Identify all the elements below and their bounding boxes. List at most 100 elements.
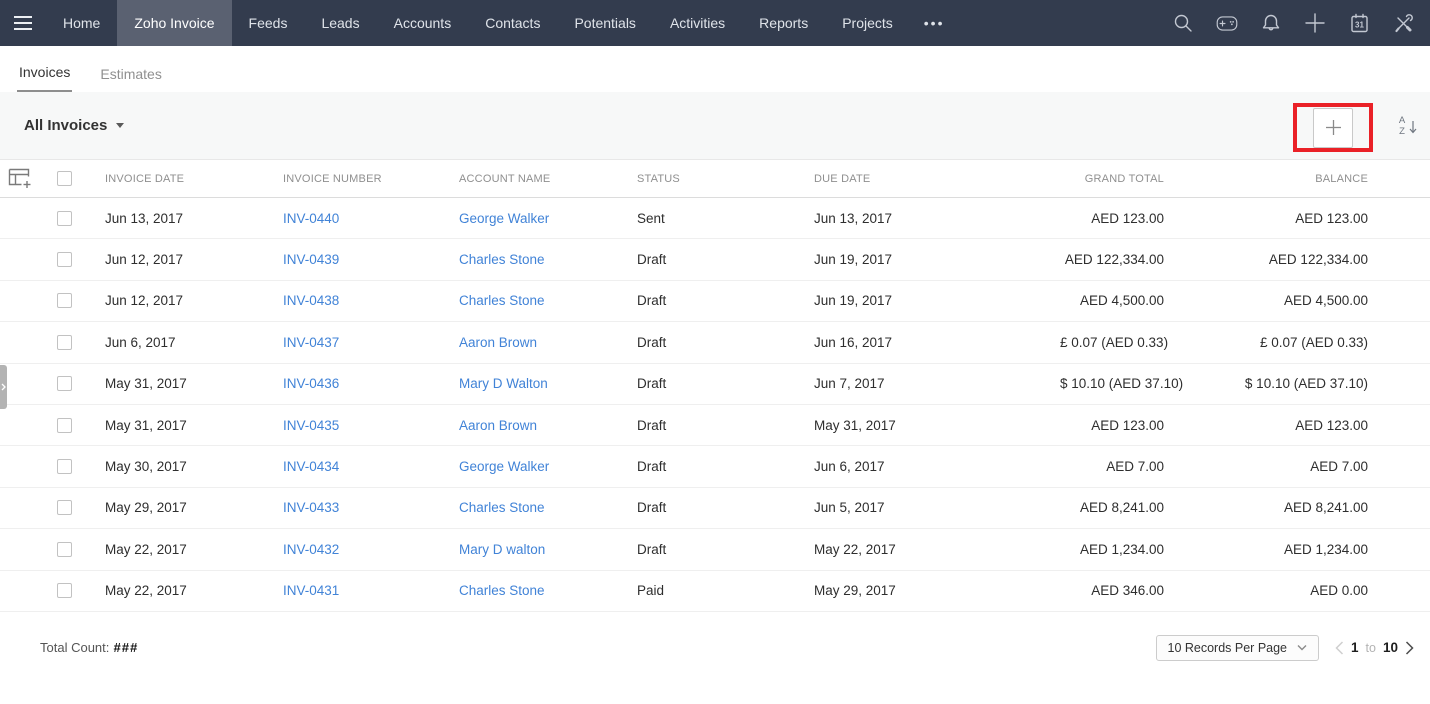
due-date-cell: Jun 19, 2017 <box>799 293 1045 308</box>
due-date-cell: Jun 7, 2017 <box>799 376 1045 391</box>
nav-item-feeds[interactable]: Feeds <box>232 0 305 46</box>
row-checkbox[interactable] <box>57 211 72 226</box>
balance-cell: AED 4,500.00 <box>1172 293 1430 308</box>
select-all-checkbox[interactable] <box>57 171 72 186</box>
balance-cell: AED 123.00 <box>1172 211 1430 226</box>
next-page-chevron-icon[interactable] <box>1405 641 1414 655</box>
records-per-page-select[interactable]: 10 Records Per Page <box>1156 635 1320 661</box>
invoice-number-link[interactable]: INV-0438 <box>283 293 339 308</box>
tab-estimates[interactable]: Estimates <box>98 52 163 92</box>
nav-item-contacts[interactable]: Contacts <box>468 0 557 46</box>
account-name-link[interactable]: George Walker <box>459 459 549 474</box>
grand-total-cell: $ 10.10 (AED 37.10) <box>1045 376 1172 391</box>
customize-columns-icon[interactable] <box>8 168 48 189</box>
table-row: Jun 13, 2017 INV-0440 George Walker Sent… <box>0 198 1430 239</box>
account-name-link[interactable]: Charles Stone <box>459 583 545 598</box>
row-checkbox[interactable] <box>57 542 72 557</box>
gamepad-icon[interactable] <box>1216 12 1238 34</box>
status-cell: Draft <box>622 500 799 515</box>
status-cell: Draft <box>622 335 799 350</box>
due-date-cell: Jun 19, 2017 <box>799 252 1045 267</box>
nav-item-more[interactable]: ••• <box>910 0 959 46</box>
invoice-number-link[interactable]: INV-0435 <box>283 418 339 433</box>
tab-invoices[interactable]: Invoices <box>17 50 72 92</box>
table-row: Jun 12, 2017 INV-0439 Charles Stone Draf… <box>0 239 1430 280</box>
grand-total-cell: AED 346.00 <box>1045 583 1172 598</box>
header-invoice-number: INVOICE NUMBER <box>268 173 444 185</box>
invoice-date-cell: May 29, 2017 <box>90 500 268 515</box>
account-name-link[interactable]: Aaron Brown <box>459 418 537 433</box>
grand-total-cell: AED 4,500.00 <box>1045 293 1172 308</box>
invoice-number-link[interactable]: INV-0437 <box>283 335 339 350</box>
table-row: May 22, 2017 INV-0431 Charles Stone Paid… <box>0 571 1430 612</box>
account-name-link[interactable]: George Walker <box>459 211 549 226</box>
invoice-date-cell: May 31, 2017 <box>90 418 268 433</box>
balance-cell: AED 122,334.00 <box>1172 252 1430 267</box>
nav-item-zoho-invoice[interactable]: Zoho Invoice <box>117 0 231 46</box>
invoice-number-link[interactable]: INV-0432 <box>283 542 339 557</box>
row-checkbox[interactable] <box>57 252 72 267</box>
row-checkbox[interactable] <box>57 418 72 433</box>
account-name-link[interactable]: Charles Stone <box>459 500 545 515</box>
due-date-cell: Jun 5, 2017 <box>799 500 1045 515</box>
side-panel-toggle[interactable] <box>0 365 7 409</box>
hamburger-menu-icon[interactable] <box>0 0 46 46</box>
settings-tools-icon[interactable] <box>1392 12 1414 34</box>
module-tabs: Invoices Estimates <box>0 46 1430 92</box>
header-due-date: DUE DATE <box>799 173 1045 185</box>
account-name-link[interactable]: Aaron Brown <box>459 335 537 350</box>
balance-cell: AED 8,241.00 <box>1172 500 1430 515</box>
row-checkbox[interactable] <box>57 376 72 391</box>
nav-item-potentials[interactable]: Potentials <box>557 0 652 46</box>
table-row: May 22, 2017 INV-0432 Mary D walton Draf… <box>0 529 1430 570</box>
nav-item-accounts[interactable]: Accounts <box>377 0 469 46</box>
nav-item-activities[interactable]: Activities <box>653 0 742 46</box>
status-cell: Paid <box>622 583 799 598</box>
invoice-date-cell: May 31, 2017 <box>90 376 268 391</box>
calendar-icon[interactable]: 31 <box>1348 12 1370 34</box>
sort-az-icon[interactable]: A Z <box>1394 110 1424 140</box>
table-row: May 31, 2017 INV-0436 Mary D Walton Draf… <box>0 364 1430 405</box>
invoice-number-link[interactable]: INV-0433 <box>283 500 339 515</box>
nav-item-home[interactable]: Home <box>46 0 117 46</box>
table-row: Jun 12, 2017 INV-0438 Charles Stone Draf… <box>0 281 1430 322</box>
status-cell: Sent <box>622 211 799 226</box>
table-row: Jun 6, 2017 INV-0437 Aaron Brown Draft J… <box>0 322 1430 363</box>
row-checkbox[interactable] <box>57 335 72 350</box>
total-count-value: ### <box>113 640 138 655</box>
row-checkbox[interactable] <box>57 293 72 308</box>
header-invoice-date: INVOICE DATE <box>90 173 268 185</box>
grand-total-cell: £ 0.07 (AED 0.33) <box>1045 335 1172 350</box>
svg-text:31: 31 <box>1355 20 1364 29</box>
search-icon[interactable] <box>1172 12 1194 34</box>
invoice-date-cell: May 22, 2017 <box>90 542 268 557</box>
status-cell: Draft <box>622 459 799 474</box>
row-checkbox[interactable] <box>57 500 72 515</box>
invoice-date-cell: Jun 12, 2017 <box>90 293 268 308</box>
view-selector-dropdown[interactable]: All Invoices <box>24 117 124 134</box>
top-navbar: HomeZoho InvoiceFeedsLeadsAccountsContac… <box>0 0 1430 46</box>
prev-page-chevron-icon[interactable] <box>1335 641 1344 655</box>
quick-add-plus-icon[interactable] <box>1304 12 1326 34</box>
status-cell: Draft <box>622 293 799 308</box>
nav-item-leads[interactable]: Leads <box>304 0 376 46</box>
invoice-number-link[interactable]: INV-0431 <box>283 583 339 598</box>
nav-item-reports[interactable]: Reports <box>742 0 825 46</box>
invoice-number-link[interactable]: INV-0440 <box>283 211 339 226</box>
notifications-bell-icon[interactable] <box>1260 12 1282 34</box>
account-name-link[interactable]: Mary D Walton <box>459 376 548 391</box>
invoice-number-link[interactable]: INV-0439 <box>283 252 339 267</box>
row-checkbox[interactable] <box>57 583 72 598</box>
nav-item-projects[interactable]: Projects <box>825 0 910 46</box>
invoice-number-link[interactable]: INV-0434 <box>283 459 339 474</box>
account-name-link[interactable]: Charles Stone <box>459 252 545 267</box>
row-checkbox[interactable] <box>57 459 72 474</box>
account-name-link[interactable]: Charles Stone <box>459 293 545 308</box>
status-cell: Draft <box>622 418 799 433</box>
annotation-highlight-box <box>1293 103 1373 152</box>
add-invoice-button[interactable] <box>1313 108 1353 148</box>
account-name-link[interactable]: Mary D walton <box>459 542 545 557</box>
due-date-cell: May 22, 2017 <box>799 542 1045 557</box>
invoice-number-link[interactable]: INV-0436 <box>283 376 339 391</box>
due-date-cell: May 29, 2017 <box>799 583 1045 598</box>
